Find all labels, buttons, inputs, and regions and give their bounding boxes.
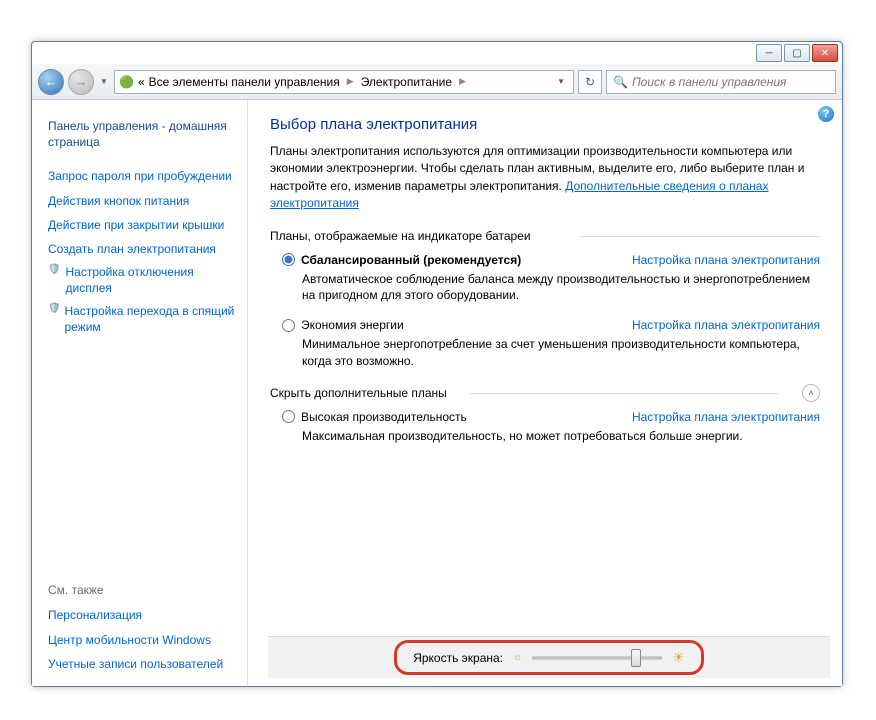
sun-bright-icon: ☀ <box>672 649 685 666</box>
minimize-button[interactable]: ─ <box>756 44 782 62</box>
sidebar: Панель управления - домашняя страница За… <box>32 100 248 686</box>
nav-history-dropdown[interactable]: ▼ <box>98 72 110 92</box>
sidebar-link-create-plan[interactable]: Создать план электропитания <box>48 237 237 261</box>
plan-powersaver-settings-link[interactable]: Настройка плана электропитания <box>632 318 820 332</box>
plan-highperf-settings-link[interactable]: Настройка плана электропитания <box>632 410 820 424</box>
plan-balanced-radio[interactable] <box>282 253 295 266</box>
sidebar-item-display-off[interactable]: 🛡️ Настройка отключения дисплея <box>48 261 237 299</box>
additional-plans-row: Скрыть дополнительные планы ˄ <box>270 384 820 402</box>
sun-dim-icon: ☼ <box>513 652 522 663</box>
sidebar-home-link[interactable]: Панель управления - домашняя страница <box>48 114 237 154</box>
sidebar-link-display-off[interactable]: Настройка отключения дисплея <box>66 264 238 296</box>
address-dropdown-icon[interactable]: ▼ <box>553 77 569 86</box>
sidebar-item-sleep[interactable]: 🛡️ Настройка перехода в спящий режим <box>48 300 237 338</box>
plan-highperf-radio[interactable] <box>282 410 295 423</box>
see-also-mobility-center[interactable]: Центр мобильности Windows <box>48 628 237 652</box>
navigation-bar: ← → ▼ 🟢 « Все элементы панели управления… <box>32 64 842 100</box>
group-additional-heading: Скрыть дополнительные планы <box>270 386 802 400</box>
brightness-bar: Яркость экрана: ☼ ☀ <box>268 636 830 678</box>
breadcrumb-sep-icon[interactable]: ▶ <box>456 76 469 87</box>
chevron-up-icon: ˄ <box>808 388 813 398</box>
collapse-additional-button[interactable]: ˄ <box>802 384 820 402</box>
sidebar-link-lid-close[interactable]: Действие при закрытии крышки <box>48 213 237 237</box>
plan-powersaver-name[interactable]: Экономия энергии <box>301 318 404 332</box>
plan-balanced-desc: Автоматическое соблюдение баланса между … <box>302 271 820 305</box>
breadcrumb-part-1[interactable]: Все элементы панели управления <box>149 75 340 89</box>
breadcrumb-sep-icon[interactable]: ▶ <box>344 76 357 87</box>
plan-balanced-settings-link[interactable]: Настройка плана электропитания <box>632 253 820 267</box>
search-input[interactable] <box>632 75 829 89</box>
help-button[interactable]: ? <box>818 106 834 122</box>
plan-highperf-name[interactable]: Высокая производительность <box>301 410 467 424</box>
location-icon: 🟢 <box>119 75 134 89</box>
sidebar-link-power-buttons[interactable]: Действия кнопок питания <box>48 189 237 213</box>
shield-icon: 🛡️ <box>48 303 60 314</box>
shield-icon: 🛡️ <box>48 264 62 275</box>
close-button[interactable]: ✕ <box>812 44 838 62</box>
refresh-button[interactable]: ↻ <box>578 70 602 94</box>
window-body: Панель управления - домашняя страница За… <box>32 100 842 686</box>
search-box[interactable]: 🔍 <box>606 70 836 94</box>
plan-balanced-name[interactable]: Сбалансированный (рекомендуется) <box>301 253 521 267</box>
see-also-user-accounts[interactable]: Учетные записи пользователей <box>48 652 237 676</box>
breadcrumb-prefix: « <box>138 75 145 89</box>
brightness-capsule: Яркость экрана: ☼ ☀ <box>394 640 704 675</box>
search-icon: 🔍 <box>613 75 628 89</box>
see-also-personalization[interactable]: Персонализация <box>48 603 237 627</box>
group-battery-heading: Планы, отображаемые на индикаторе батаре… <box>270 229 820 243</box>
brightness-slider[interactable] <box>532 651 662 665</box>
sidebar-link-password[interactable]: Запрос пароля при пробуждении <box>48 164 237 188</box>
content-area: ? Выбор плана электропитания Планы элект… <box>248 100 842 686</box>
control-panel-window: ─ ▢ ✕ ← → ▼ 🟢 « Все элементы панели упра… <box>31 41 843 687</box>
forward-button[interactable]: → <box>68 69 94 95</box>
slider-thumb[interactable] <box>631 649 641 667</box>
sidebar-footer: См. также Персонализация Центр мобильнос… <box>48 567 237 676</box>
address-bar[interactable]: 🟢 « Все элементы панели управления ▶ Эле… <box>114 70 574 94</box>
plan-highperf: Высокая производительность Настройка пла… <box>282 410 820 445</box>
sidebar-link-sleep[interactable]: Настройка перехода в спящий режим <box>64 303 237 335</box>
plan-powersaver-desc: Минимальное энергопотребление за счет ум… <box>302 336 820 370</box>
intro-paragraph: Планы электропитания используются для оп… <box>270 143 820 213</box>
page-title: Выбор плана электропитания <box>270 116 820 133</box>
plan-highperf-desc: Максимальная производительность, но може… <box>302 428 820 445</box>
maximize-button[interactable]: ▢ <box>784 44 810 62</box>
back-button[interactable]: ← <box>38 69 64 95</box>
plan-powersaver: Экономия энергии Настройка плана электро… <box>282 318 820 370</box>
plan-balanced: Сбалансированный (рекомендуется) Настрой… <box>282 253 820 305</box>
window-controls: ─ ▢ ✕ <box>756 44 838 62</box>
see-also-heading: См. также <box>48 583 237 597</box>
breadcrumb-part-2[interactable]: Электропитание <box>361 75 452 89</box>
plan-powersaver-radio[interactable] <box>282 319 295 332</box>
slider-track <box>532 656 662 659</box>
brightness-label: Яркость экрана: <box>413 651 503 665</box>
